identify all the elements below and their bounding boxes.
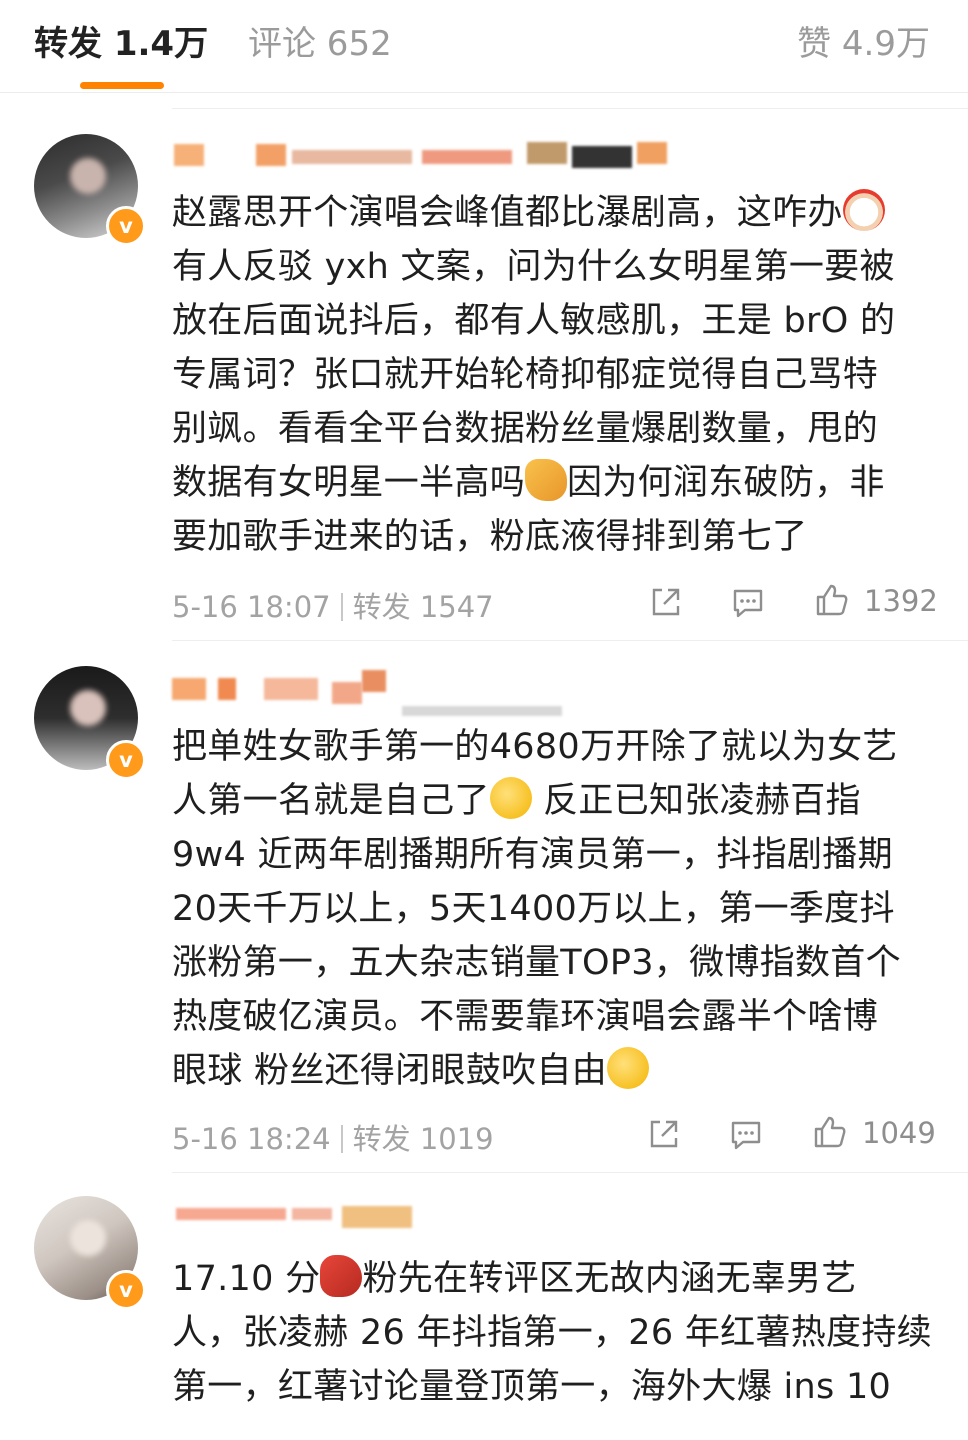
repost-text: 17.10 分粉先在转评区无故内涵无辜男艺 人，张凌赫 26 年抖指第一，26 …	[172, 1252, 942, 1414]
divider	[172, 1172, 968, 1173]
meat-emoji	[320, 1255, 363, 1297]
verified-icon: v	[106, 1270, 146, 1310]
blurred-face	[70, 1220, 106, 1256]
repost-item: v 17.10 分粉先在转评区无故内涵无辜男艺 人，张凌赫 26 年抖指第一，2…	[0, 0, 968, 1440]
blurred-username[interactable]	[172, 1206, 672, 1234]
